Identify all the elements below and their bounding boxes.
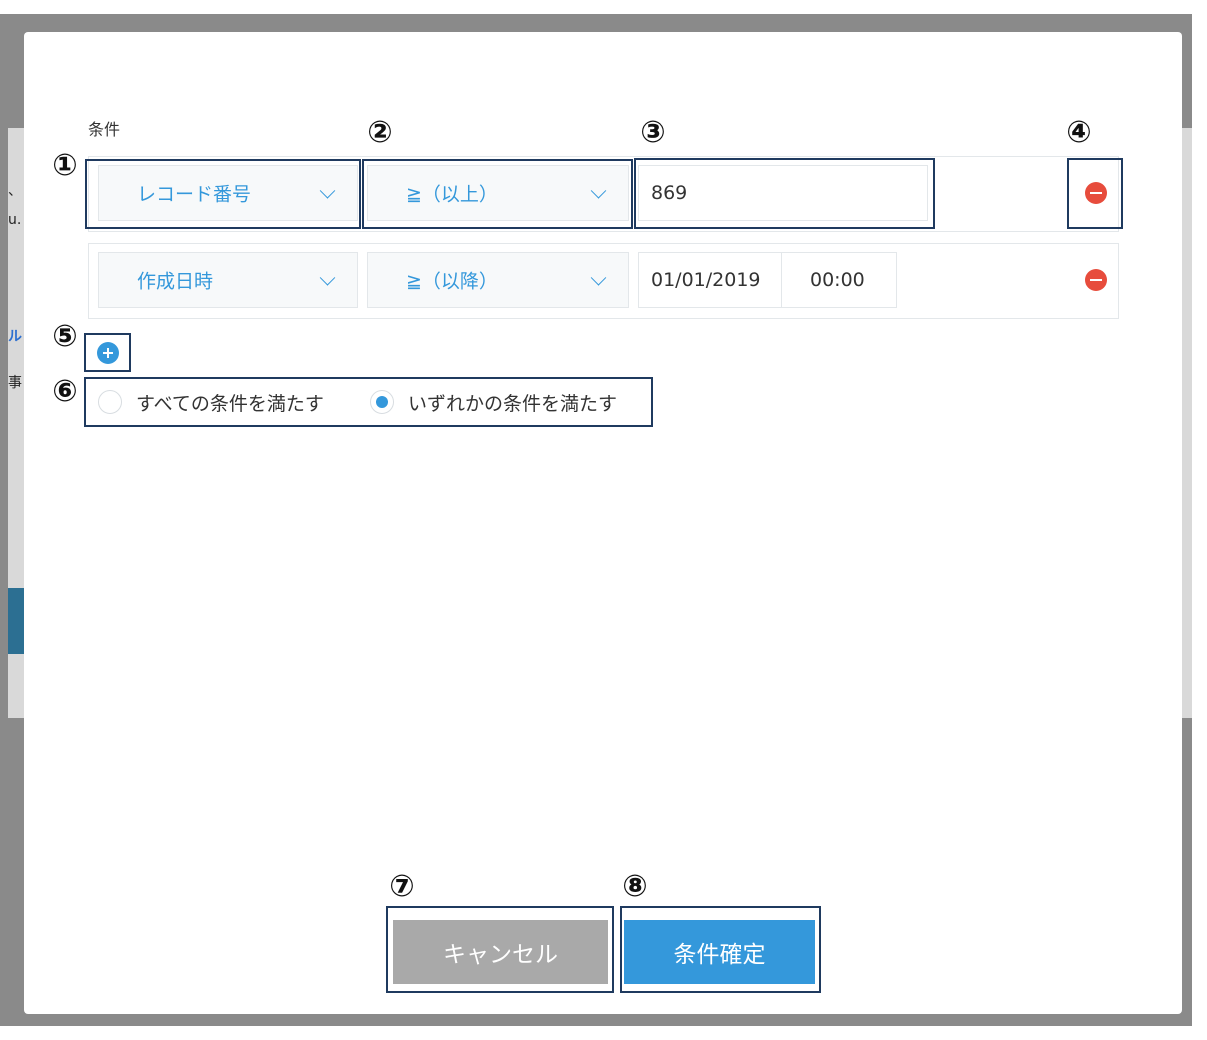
annotation-number: ⑦ bbox=[389, 869, 415, 904]
chevron-down-icon bbox=[319, 183, 336, 199]
remove-condition-icon[interactable] bbox=[1085, 182, 1107, 204]
operator-select-value: ≧（以上） bbox=[406, 183, 498, 206]
chevron-down-icon bbox=[319, 270, 336, 286]
annotation-number: ⑧ bbox=[622, 869, 648, 904]
field-select[interactable]: レコード番号 bbox=[98, 165, 358, 221]
background-text: u. bbox=[8, 212, 22, 228]
chevron-down-icon bbox=[590, 183, 607, 199]
chevron-down-icon bbox=[590, 270, 607, 286]
radio-all-conditions-label: すべての条件を満たす bbox=[136, 393, 324, 415]
background-text: 、 bbox=[8, 183, 22, 199]
field-select-value: レコード番号 bbox=[137, 183, 252, 206]
background-button-fragment bbox=[8, 588, 24, 654]
annotation-number: ⑤ bbox=[52, 319, 78, 354]
cancel-button[interactable]: キャンセル bbox=[393, 920, 608, 984]
operator-select-value: ≧（以降） bbox=[406, 270, 498, 293]
annotation-number: ④ bbox=[1066, 115, 1092, 150]
date-input[interactable]: 01/01/2019 bbox=[638, 252, 782, 308]
annotation-number: ② bbox=[367, 115, 393, 150]
operator-select[interactable]: ≧（以上） bbox=[367, 165, 629, 221]
remove-condition-icon[interactable] bbox=[1085, 269, 1107, 291]
radio-selected-dot bbox=[376, 396, 388, 408]
background-panel-right bbox=[1182, 128, 1192, 718]
add-condition-icon[interactable] bbox=[97, 342, 119, 364]
radio-any-condition[interactable] bbox=[370, 390, 394, 414]
time-input[interactable]: 00:00 bbox=[781, 252, 897, 308]
field-select[interactable]: 作成日時 bbox=[98, 252, 358, 308]
annotation-number: ① bbox=[52, 148, 78, 183]
background-text: ル bbox=[8, 329, 22, 345]
operator-select[interactable]: ≧（以降） bbox=[367, 252, 629, 308]
value-input[interactable]: 869 bbox=[638, 165, 928, 221]
annotation-number: ⑥ bbox=[52, 374, 78, 409]
radio-all-conditions[interactable] bbox=[98, 390, 122, 414]
field-select-value: 作成日時 bbox=[137, 270, 214, 293]
radio-any-condition-label: いずれかの条件を満たす bbox=[408, 393, 618, 415]
confirm-button[interactable]: 条件確定 bbox=[624, 920, 815, 984]
background-text: 事 bbox=[8, 375, 22, 391]
annotation-number: ③ bbox=[640, 115, 666, 150]
conditions-label: 条件 bbox=[88, 120, 121, 139]
